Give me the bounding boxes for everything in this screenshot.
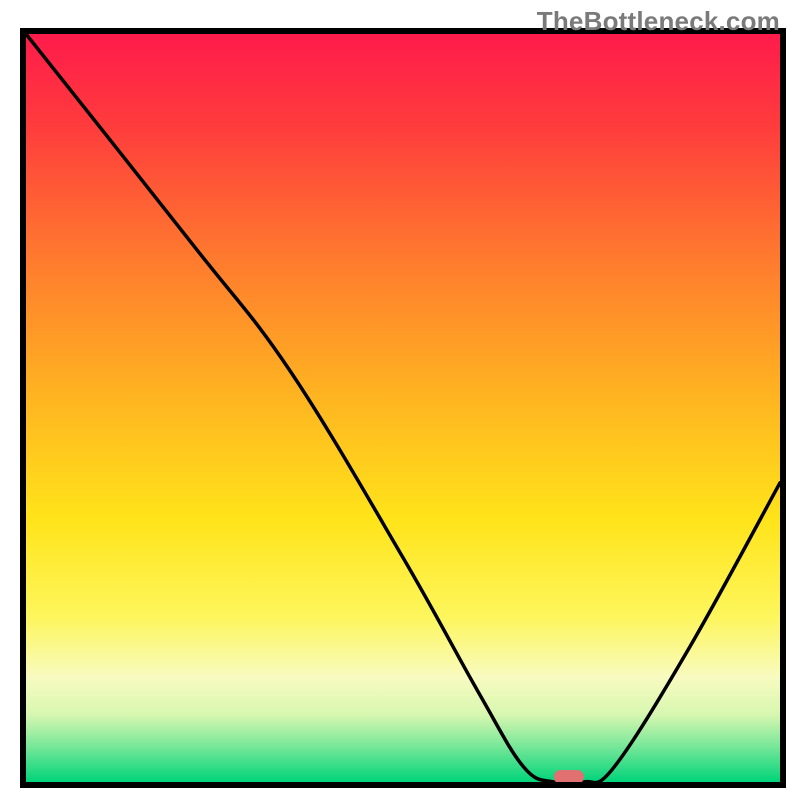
watermark-label: TheBottleneck.com (537, 6, 780, 37)
gradient-background (26, 34, 780, 782)
optimal-marker (554, 770, 584, 784)
chart-canvas (0, 0, 800, 800)
bottleneck-chart: TheBottleneck.com (0, 0, 800, 800)
